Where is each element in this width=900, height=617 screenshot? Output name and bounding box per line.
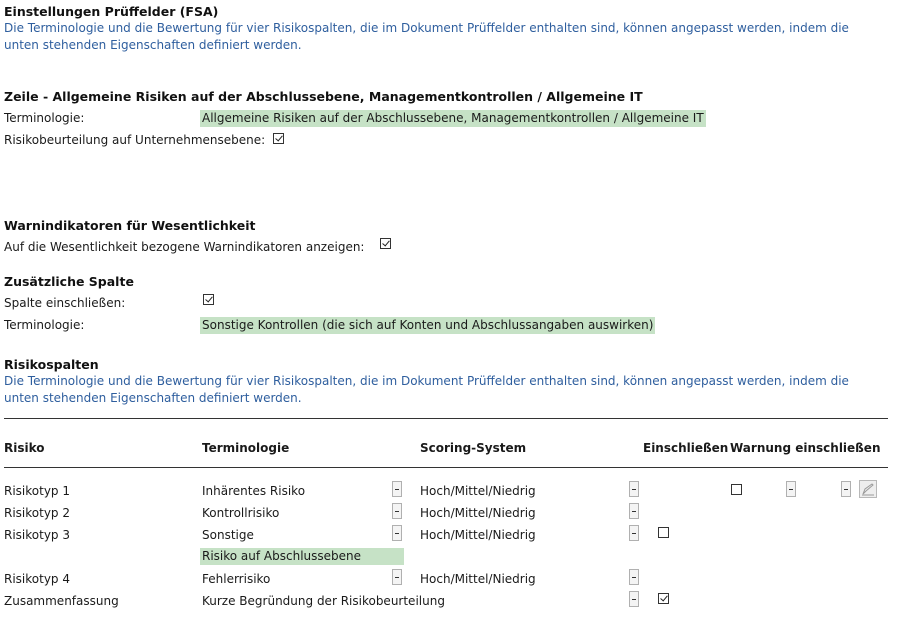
include-checkbox[interactable] [658, 527, 669, 538]
table-row-terminology[interactable]: Sonstige [202, 528, 254, 542]
entity-level-label: Risikobeurteilung auf Unternehmensebene: [4, 133, 266, 147]
terminology-dropdown[interactable] [392, 569, 402, 585]
terminology-dropdown[interactable] [392, 503, 402, 519]
materiality-title: Warnindikatoren für Wesentlichkeit [4, 218, 256, 233]
table-row-risk: Risikotyp 1 [4, 484, 70, 498]
row-terminology-field[interactable]: Allgemeine Risiken auf der Abschlusseben… [200, 110, 706, 127]
table-row-scoring[interactable]: Hoch/Mittel/Niedrig [420, 572, 536, 586]
fsa-settings-description: Die Terminologie und die Bewertung für v… [4, 21, 849, 52]
terminology-dropdown[interactable] [392, 525, 402, 541]
summary-include-checkbox[interactable] [658, 593, 669, 604]
table-row-scoring[interactable]: Hoch/Mittel/Niedrig [420, 528, 536, 542]
table-row-scoring[interactable]: Hoch/Mittel/Niedrig [420, 506, 536, 520]
table-row-risk: Zusammenfassung [4, 594, 119, 608]
fsa-settings-title: Einstellungen Prüffelder (FSA) [4, 4, 219, 19]
warning-include-checkbox[interactable] [731, 484, 742, 495]
header-warning: Warnung einschließen [730, 441, 881, 455]
entity-level-checkbox[interactable] [273, 133, 284, 144]
row-section-title: Zeile - Allgemeine Risiken auf der Absch… [4, 89, 643, 104]
include-column-checkbox[interactable] [203, 294, 214, 305]
table-row-risk: Risikotyp 3 [4, 528, 70, 542]
terminology-dropdown[interactable] [392, 481, 402, 497]
header-include: Einschließen [643, 441, 729, 455]
additional-column-title: Zusätzliche Spalte [4, 274, 134, 289]
scoring-dropdown[interactable] [629, 525, 639, 541]
row-terminology-label: Terminologie: [4, 111, 85, 125]
table-row-terminology[interactable]: Kontrollrisiko [202, 506, 279, 520]
materiality-show-checkbox[interactable] [380, 238, 391, 249]
table-row-terminology[interactable]: Inhärentes Risiko [202, 484, 305, 498]
table-row-terminology[interactable]: Fehlerrisiko [202, 572, 270, 586]
table-row-terminology[interactable]: Kurze Begründung der Risikobeurteilung [202, 594, 445, 608]
materiality-show-label: Auf die Wesentlichkeit bezogene Warnindi… [4, 240, 365, 254]
scoring-dropdown[interactable] [629, 481, 639, 497]
table-row-risk: Risikotyp 4 [4, 572, 70, 586]
warning-dropdown[interactable] [786, 481, 796, 497]
scoring-dropdown[interactable] [629, 503, 639, 519]
table-row-risk: Risikotyp 2 [4, 506, 70, 520]
header-scoring: Scoring-System [420, 441, 527, 455]
summary-dropdown[interactable] [629, 591, 639, 607]
table-top-divider [4, 418, 888, 419]
warning-level-dropdown[interactable] [841, 481, 851, 497]
header-risk: Risiko [4, 441, 45, 455]
risk-columns-title: Risikospalten [4, 357, 99, 372]
scoring-dropdown[interactable] [629, 569, 639, 585]
edit-warning-icon[interactable] [859, 480, 877, 498]
additional-terminology-label: Terminologie: [4, 318, 85, 332]
include-column-label: Spalte einschließen: [4, 296, 126, 310]
risk-columns-description: Die Terminologie und die Bewertung für v… [4, 374, 849, 405]
header-terminology: Terminologie [202, 441, 290, 455]
table-header-divider [4, 467, 888, 468]
sub-terminology-field[interactable]: Risiko auf Abschlussebene [200, 548, 404, 565]
additional-terminology-field[interactable]: Sonstige Kontrollen (die sich auf Konten… [200, 317, 656, 334]
table-row-scoring[interactable]: Hoch/Mittel/Niedrig [420, 484, 536, 498]
